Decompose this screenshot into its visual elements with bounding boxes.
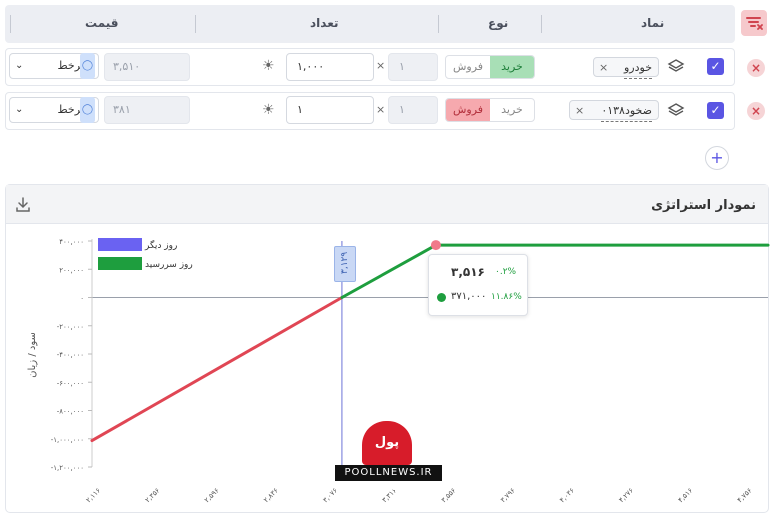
y-tick-label: ۴۰۰,۰۰۰ — [59, 238, 84, 246]
y-tick-label: -۴۰۰,۰۰۰ — [57, 351, 84, 359]
x-tick-label: ۳,۵۵۶ — [440, 486, 458, 504]
x-tick-label: ۴,۰۳۶ — [558, 486, 576, 504]
payoff-segment — [340, 243, 438, 299]
y-tick-label: ۰ — [80, 295, 84, 303]
legend-swatch-other-day — [98, 238, 142, 251]
y-tick-label: -۱,۰۰۰,۰۰۰ — [51, 436, 84, 444]
x-tick-label: ۲,۵۹۶ — [203, 486, 221, 504]
tooltip-profit: ۳۷۱,۰۰۰ — [451, 291, 487, 302]
x-tick-label: ۳,۷۹۶ — [499, 486, 517, 504]
watermark-logo: پول نیوز — [362, 421, 412, 494]
tooltip-price-pct: ۰.۲% — [495, 267, 517, 277]
breakeven-marker: ۳,۱۲۹ — [334, 246, 356, 282]
y-tick-label: -۱,۲۰۰,۰۰۰ — [51, 464, 84, 472]
watermark-text: POOLLNEWS.IR — [335, 465, 442, 481]
payoff-segment — [90, 296, 344, 443]
tooltip-profit-pct: ۱۱.۸۶% — [491, 292, 522, 302]
x-tick-label: ۲,۳۵۶ — [144, 486, 162, 504]
y-tick-label: ۲۰۰,۰۰۰ — [59, 266, 84, 274]
legend-label-other-day: روز دیگر — [144, 239, 177, 251]
x-tick-label: ۳,۰۷۶ — [321, 486, 339, 504]
y-axis-label: سود / زیان — [27, 332, 38, 378]
x-tick-label: ۴,۲۷۶ — [617, 486, 635, 504]
breakeven-label: ۳,۱۲۹ — [340, 251, 350, 274]
y-tick-label: -۸۰۰,۰۰۰ — [57, 408, 84, 416]
chart-tooltip: ۳,۵۱۶ ۰.۲% ۳۷۱,۰۰۰ ۱۱.۸۶% — [428, 254, 528, 316]
legend-label-expiry: روز سررسید — [145, 260, 193, 270]
highlight-point — [430, 240, 441, 251]
tooltip-dot — [437, 293, 446, 302]
y-tick-label: -۶۰۰,۰۰۰ — [57, 379, 84, 387]
x-tick-label: ۲,۸۳۶ — [262, 486, 280, 504]
tooltip-price: ۳,۵۱۶ — [451, 265, 485, 279]
legend-swatch-expiry — [98, 257, 142, 270]
x-tick-label: ۴,۷۵۶ — [736, 486, 754, 504]
x-tick-label: ۴,۵۱۶ — [677, 486, 695, 504]
x-tick-label: ۲,۱۱۶ — [84, 486, 102, 504]
y-tick-label: -۲۰۰,۰۰۰ — [57, 323, 84, 331]
